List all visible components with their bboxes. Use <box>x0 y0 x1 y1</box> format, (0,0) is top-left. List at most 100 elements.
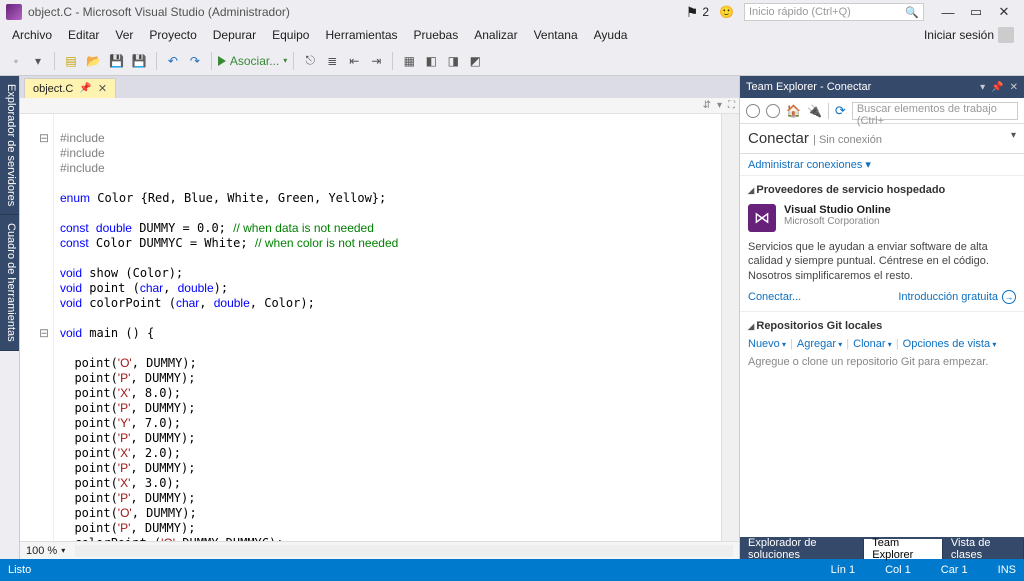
window-titlebar: object.C - Microsoft Visual Studio (Admi… <box>0 0 1024 24</box>
vso-provider-item[interactable]: ⋈ Visual Studio Online Microsoft Corpora… <box>748 200 1016 236</box>
notification-count: 2 <box>702 5 709 19</box>
chevron-down-icon[interactable]: ▾ <box>1011 130 1016 141</box>
menu-ayuda[interactable]: Ayuda <box>586 26 636 44</box>
solution-explorer-tab[interactable]: Explorador de soluciones <box>740 539 864 559</box>
fwd-nav-button[interactable] <box>766 104 780 118</box>
search-icon: 🔍 <box>905 6 919 19</box>
team-explorer-header: Team Explorer - Conectar ▾ 📌 ✕ <box>740 76 1024 98</box>
menu-equipo[interactable]: Equipo <box>264 26 317 44</box>
dropdown-icon[interactable]: ▾ <box>980 82 985 93</box>
user-icon[interactable] <box>998 27 1014 43</box>
menu-depurar[interactable]: Depurar <box>205 26 264 44</box>
save-all-button[interactable]: 💾 <box>129 50 150 72</box>
break-button[interactable]: ≣ <box>322 50 342 72</box>
play-icon <box>218 56 226 66</box>
editor-vscrollbar[interactable] <box>721 114 739 541</box>
menu-ventana[interactable]: Ventana <box>526 26 586 44</box>
connect-icon[interactable]: 🔌 <box>807 104 822 118</box>
git-view-options-link[interactable]: Opciones de vista <box>903 338 997 350</box>
menu-archivo[interactable]: Archivo <box>4 26 60 44</box>
new-file-button[interactable]: ▤ <box>61 50 81 72</box>
editor-tab-strip: object.C 📌 ✕ <box>20 76 739 98</box>
git-repos-header[interactable]: Repositorios Git locales <box>748 316 1016 336</box>
left-dock-tabs: Explorador de servidores Cuadro de herra… <box>0 76 20 559</box>
maximize-button[interactable]: ▭ <box>962 4 990 20</box>
code-text-area[interactable]: #include #include #include enum Color {R… <box>54 114 721 541</box>
flag-icon: ⚑ <box>686 4 699 21</box>
work-items-search-input[interactable]: Buscar elementos de trabajo (Ctrl+ <box>852 102 1018 120</box>
editor-mini-toolbar: ⇵ ▾ ⛶ <box>20 98 739 114</box>
smiley-icon: 🙂 <box>719 5 734 19</box>
split-icon[interactable]: ⇵ <box>703 100 711 111</box>
zoom-level[interactable]: 100 % <box>26 545 57 557</box>
team-page-title: Conectar | Sin conexión ▾ <box>740 124 1024 153</box>
menu-analizar[interactable]: Analizar <box>466 26 525 44</box>
indent-right-button[interactable]: ⇥ <box>366 50 386 72</box>
nav-back-button[interactable]: ◦ <box>6 50 26 72</box>
manage-connections-link[interactable]: Administrar conexiones ▾ <box>740 154 1024 175</box>
quick-launch-input[interactable]: Inicio rápido (Ctrl+Q) 🔍 <box>744 3 924 21</box>
close-button[interactable]: ✕ <box>990 4 1018 20</box>
editor-zoom-bar: 100 % ▾ <box>20 541 739 559</box>
code-gutter: ⊟ ⊟ <box>20 114 54 541</box>
menu-editar[interactable]: Editar <box>60 26 107 44</box>
tab-close-icon[interactable]: ✕ <box>98 82 107 95</box>
status-char: Car 1 <box>941 564 968 576</box>
server-explorer-tab[interactable]: Explorador de servidores <box>0 76 19 215</box>
intro-link[interactable]: Introducción gratuita → <box>898 290 1016 304</box>
comment-button[interactable]: ▦ <box>399 50 419 72</box>
fullscreen-icon[interactable]: ⛶ <box>728 100 735 111</box>
notifications-indicator[interactable]: ⚑ 2 🙂 <box>686 4 734 21</box>
status-bar: Listo Lín 1 Col 1 Car 1 INS <box>0 559 1024 581</box>
back-nav-button[interactable] <box>746 104 760 118</box>
git-clone-link[interactable]: Clonar <box>853 338 892 350</box>
status-ready: Listo <box>8 564 31 576</box>
toolbox-tab[interactable]: Cuadro de herramientas <box>0 215 19 351</box>
connect-link[interactable]: Conectar... <box>748 287 809 307</box>
pin-icon[interactable]: 📌 <box>79 83 91 94</box>
indent-left-button[interactable]: ⇤ <box>344 50 364 72</box>
team-explorer-tab[interactable]: Team Explorer <box>864 539 943 559</box>
open-file-button[interactable]: 📂 <box>83 50 104 72</box>
main-toolbar: ◦ ▾ ▤ 📂 💾 💾 ↶ ↷ Asociar... ▾ ⎋ ≣ ⇤ ⇥ ▦ ◧… <box>0 46 1024 76</box>
menu-pruebas[interactable]: Pruebas <box>406 26 467 44</box>
save-button[interactable]: 💾 <box>106 50 127 72</box>
nav-fwd-button[interactable]: ▾ <box>28 50 48 72</box>
vso-description: Servicios que le ayudan a enviar softwar… <box>748 236 1016 287</box>
bookmark-prev-button[interactable]: ◨ <box>443 50 463 72</box>
vs-logo-icon <box>6 4 22 20</box>
window-title: object.C - Microsoft Visual Studio (Admi… <box>28 5 290 19</box>
menu-bar: Archivo Editar Ver Proyecto Depurar Equi… <box>0 24 1024 46</box>
status-col: Col 1 <box>885 564 911 576</box>
redo-button[interactable]: ↷ <box>185 50 205 72</box>
right-dock-tabs: Explorador de soluciones Team Explorer V… <box>740 537 1024 559</box>
pin-icon[interactable]: 📌 <box>991 82 1003 93</box>
step-button[interactable]: ⎋ <box>300 50 320 72</box>
status-line: Lín 1 <box>831 564 855 576</box>
start-debug-button[interactable]: Asociar... ▾ <box>218 54 287 68</box>
menu-proyecto[interactable]: Proyecto <box>141 26 204 44</box>
team-explorer-pane: Team Explorer - Conectar ▾ 📌 ✕ 🏠 🔌 ⟳ Bus… <box>740 76 1024 559</box>
class-view-tab[interactable]: Vista de clases <box>943 539 1024 559</box>
bookmark-next-button[interactable]: ◩ <box>465 50 485 72</box>
code-editor-pane: object.C 📌 ✕ ⇵ ▾ ⛶ ⊟ ⊟ <box>20 76 740 559</box>
menu-ver[interactable]: Ver <box>107 26 141 44</box>
status-ins: INS <box>998 564 1016 576</box>
zoom-dropdown-icon[interactable]: ▾ <box>61 546 65 555</box>
undo-button[interactable]: ↶ <box>163 50 183 72</box>
refresh-icon[interactable]: ⟳ <box>835 103 846 119</box>
close-icon[interactable]: ✕ <box>1010 82 1018 93</box>
editor-tab-objectc[interactable]: object.C 📌 ✕ <box>24 78 116 98</box>
menu-herramientas[interactable]: Herramientas <box>317 26 405 44</box>
bookmark-button[interactable]: ◧ <box>421 50 441 72</box>
hosted-providers-header[interactable]: Proveedores de servicio hospedado <box>748 180 1016 200</box>
sign-in-link[interactable]: Iniciar sesión <box>924 28 994 42</box>
minimize-button[interactable]: — <box>934 5 962 20</box>
git-add-link[interactable]: Agregar <box>797 338 842 350</box>
dropdown-icon[interactable]: ▾ <box>717 100 722 111</box>
editor-hscrollbar[interactable] <box>75 545 733 557</box>
vso-logo-icon: ⋈ <box>748 204 776 232</box>
git-new-link[interactable]: Nuevo <box>748 338 786 350</box>
home-icon[interactable]: 🏠 <box>786 104 801 118</box>
team-explorer-toolbar: 🏠 🔌 ⟳ Buscar elementos de trabajo (Ctrl+ <box>740 98 1024 124</box>
